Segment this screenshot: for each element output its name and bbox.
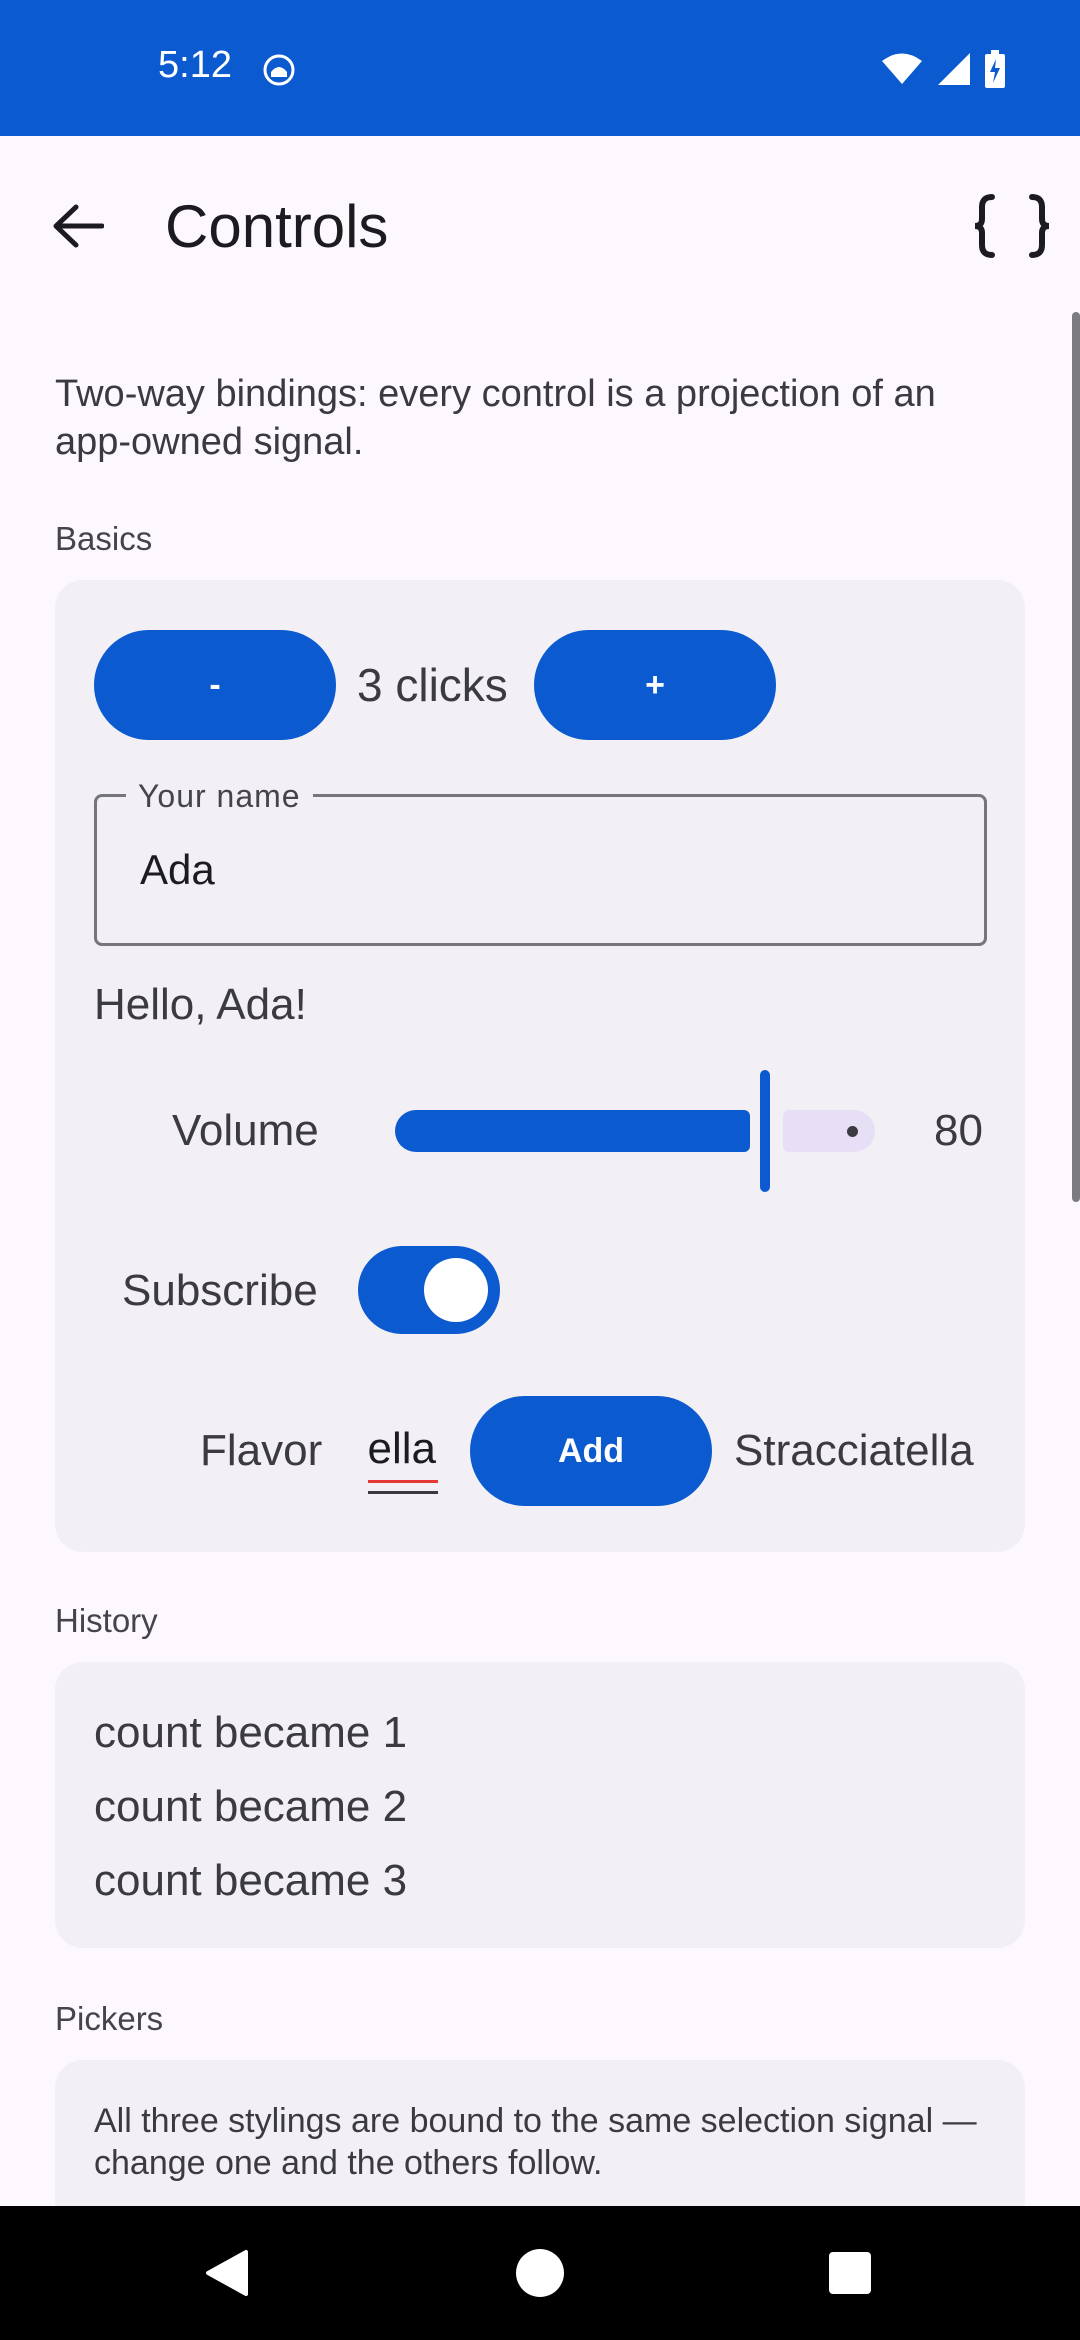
spellcheck-underline	[368, 1480, 438, 1483]
flavor-result: Stracciatella	[734, 1426, 974, 1475]
status-time: 5:12	[158, 44, 232, 86]
triangle-back-icon	[206, 2250, 248, 2296]
history-entry: count became 3	[94, 1856, 408, 1905]
volume-value: 80	[934, 1106, 983, 1155]
name-field[interactable]	[94, 794, 987, 946]
volume-slider-thumb[interactable]	[760, 1070, 770, 1192]
name-field-value[interactable]: Ada	[140, 846, 215, 894]
wifi-icon	[882, 53, 922, 84]
volume-slider-active-track[interactable]	[395, 1110, 750, 1152]
section-label-basics: Basics	[55, 520, 153, 557]
flavor-input-text: ella	[368, 1424, 436, 1473]
volume-slider-stop-indicator	[847, 1126, 858, 1137]
page-title: Controls	[165, 193, 389, 260]
clicks-counter: 3 clicks	[357, 659, 508, 711]
history-entry: count became 1	[94, 1708, 408, 1757]
system-navigation-bar	[0, 2206, 1080, 2340]
flavor-label: Flavor	[200, 1426, 323, 1475]
scrollbar[interactable]	[1072, 312, 1080, 1202]
history-entry: count became 2	[94, 1782, 408, 1831]
section-label-history: History	[55, 1602, 158, 1639]
top-app-bar: Controls	[0, 136, 1080, 316]
volume-label: Volume	[172, 1106, 319, 1155]
nav-back-button[interactable]	[190, 2236, 264, 2310]
signal-icon	[938, 53, 970, 85]
battery-charging-icon	[985, 50, 1005, 88]
increment-button[interactable]: +	[534, 630, 776, 740]
flavor-input[interactable]: ella	[368, 1416, 438, 1494]
nav-home-button[interactable]	[503, 2236, 577, 2310]
section-label-pickers: Pickers	[55, 2000, 164, 2037]
intro-text: Two-way bindings: every control is a pro…	[55, 373, 936, 463]
name-field-label: Your name	[126, 778, 313, 815]
curly-braces-icon	[974, 194, 1050, 258]
subscribe-switch[interactable]	[358, 1246, 500, 1334]
back-button[interactable]	[40, 188, 116, 264]
view-source-button[interactable]	[966, 180, 1058, 272]
square-recents-icon	[829, 2252, 871, 2294]
volume-slider-inactive-track[interactable]	[783, 1110, 875, 1152]
circle-home-icon	[516, 2249, 564, 2297]
pickers-description: All three stylings are bound to the same…	[94, 2102, 977, 2182]
add-flavor-button[interactable]: Add	[470, 1396, 712, 1506]
switch-thumb	[424, 1258, 488, 1322]
status-icons	[880, 50, 1006, 88]
nav-recents-button[interactable]	[813, 2236, 887, 2310]
arrow-back-icon	[53, 204, 104, 248]
status-bar: 5:12	[0, 0, 1080, 136]
greeting-text: Hello, Ada!	[94, 980, 307, 1029]
subscribe-label: Subscribe	[122, 1266, 318, 1315]
debug-icon	[263, 54, 295, 86]
decrement-button[interactable]: -	[94, 630, 336, 740]
